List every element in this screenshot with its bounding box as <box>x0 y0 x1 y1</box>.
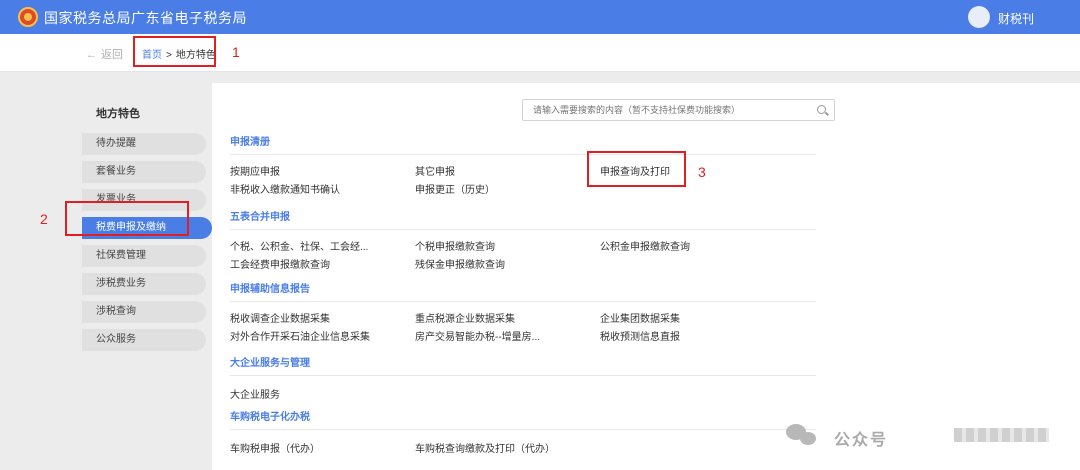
section-five-form-filing: 五表合并申报 个税、公积金、社保、工会经... 个税申报缴款查询 公积金申报缴款… <box>230 208 816 271</box>
section-vehicle-purchase-tax: 车购税电子化办税 车购税申报（代办） 车购税查询缴款及打印（代办） <box>230 408 816 455</box>
section-large-enterprise: 大企业服务与管理 大企业服务 <box>230 354 816 401</box>
annotation-box-2 <box>65 201 189 236</box>
link-combined-filing[interactable]: 个税、公积金、社保、工会经... <box>230 238 368 253</box>
annotation-label-1: 1 <box>232 44 240 60</box>
link-vehicle-tax-query-print[interactable]: 车购税查询缴款及打印（代办） <box>415 440 555 455</box>
link-grid: 按期应申报 其它申报 申报查询及打印 非税收入缴款通知书确认 申报更正（历史） <box>230 161 816 196</box>
link-disability-fund-query[interactable]: 残保金申报缴款查询 <box>415 256 505 271</box>
watermark-text: 公众号 <box>834 432 889 449</box>
wechat-icon <box>800 432 816 445</box>
link-housing-fund-query[interactable]: 公积金申报缴款查询 <box>600 238 690 253</box>
link-periodic-filing[interactable]: 按期应申报 <box>230 163 280 178</box>
search-icon[interactable] <box>817 105 826 114</box>
watermark-blurred-name <box>954 428 1049 442</box>
section-filing-list: 申报清册 按期应申报 其它申报 申报查询及打印 非税收入缴款通知书确认 申报更正… <box>230 133 816 196</box>
link-offshore-oil-data[interactable]: 对外合作开采石油企业信息采集 <box>230 328 370 343</box>
tax-bureau-logo-icon <box>18 7 38 27</box>
section-title: 申报辅助信息报告 <box>230 280 816 302</box>
sidebar-title: 地方特色 <box>96 108 140 120</box>
link-grid: 大企业服务 <box>230 382 816 401</box>
sidebar-item-social-insurance[interactable]: 社保费管理 <box>82 245 206 267</box>
sidebar-item-public-service[interactable]: 公众服务 <box>82 329 206 351</box>
link-grid: 个税、公积金、社保、工会经... 个税申报缴款查询 公积金申报缴款查询 工会经费… <box>230 236 816 271</box>
section-title: 大企业服务与管理 <box>230 354 816 376</box>
top-bar: 国家税务总局广东省电子税务局 财税刊 <box>0 0 1080 34</box>
section-auxiliary-reports: 申报辅助信息报告 税收调查企业数据采集 重点税源企业数据采集 企业集团数据采集 … <box>230 280 816 343</box>
user-name[interactable]: 财税刊 <box>998 10 1034 27</box>
link-grid: 税收调查企业数据采集 重点税源企业数据采集 企业集团数据采集 对外合作开采石油企… <box>230 308 816 343</box>
back-arrow-icon: ← <box>86 49 97 61</box>
annotation-label-2: 2 <box>40 211 48 227</box>
main-panel: 申报清册 按期应申报 其它申报 申报查询及打印 非税收入缴款通知书确认 申报更正… <box>212 83 1080 470</box>
sidebar-item-packages[interactable]: 套餐业务 <box>82 161 206 183</box>
search-box <box>522 99 835 121</box>
sidebar-item-tax-business[interactable]: 涉税费业务 <box>82 273 206 295</box>
watermark: 公众号 <box>782 418 1052 452</box>
link-iit-payment-query[interactable]: 个税申报缴款查询 <box>415 238 495 253</box>
link-property-smart-tax[interactable]: 房产交易智能办税--增量房... <box>415 328 540 343</box>
link-group-data[interactable]: 企业集团数据采集 <box>600 310 680 325</box>
link-other-filing[interactable]: 其它申报 <box>415 163 455 178</box>
link-union-fee-query[interactable]: 工会经费申报缴款查询 <box>230 256 330 271</box>
user-avatar[interactable] <box>968 6 990 28</box>
link-key-source-data[interactable]: 重点税源企业数据采集 <box>415 310 515 325</box>
annotation-box-1 <box>133 36 216 67</box>
annotation-label-3: 3 <box>698 164 706 180</box>
back-label: 返回 <box>101 49 123 61</box>
section-title: 五表合并申报 <box>230 208 816 230</box>
sidebar-item-tax-query[interactable]: 涉税查询 <box>82 301 206 323</box>
back-button[interactable]: ← 返回 <box>86 46 123 62</box>
link-non-tax-notice-confirm[interactable]: 非税收入缴款通知书确认 <box>230 181 340 196</box>
link-large-enterprise-service[interactable]: 大企业服务 <box>230 386 280 401</box>
section-title: 申报清册 <box>230 133 816 155</box>
annotation-box-3 <box>587 151 686 187</box>
section-title: 车购税电子化办税 <box>230 408 816 430</box>
link-filing-correction-history[interactable]: 申报更正（历史） <box>415 181 495 196</box>
link-vehicle-tax-filing[interactable]: 车购税申报（代办） <box>230 440 320 455</box>
link-tax-forecast-report[interactable]: 税收预测信息直报 <box>600 328 680 343</box>
link-tax-survey-data[interactable]: 税收调查企业数据采集 <box>230 310 330 325</box>
search-input[interactable] <box>533 103 813 117</box>
link-grid: 车购税申报（代办） 车购税查询缴款及打印（代办） <box>230 436 816 455</box>
app-title: 国家税务总局广东省电子税务局 <box>44 10 247 26</box>
sidebar-item-todo[interactable]: 待办提醒 <box>82 133 206 155</box>
